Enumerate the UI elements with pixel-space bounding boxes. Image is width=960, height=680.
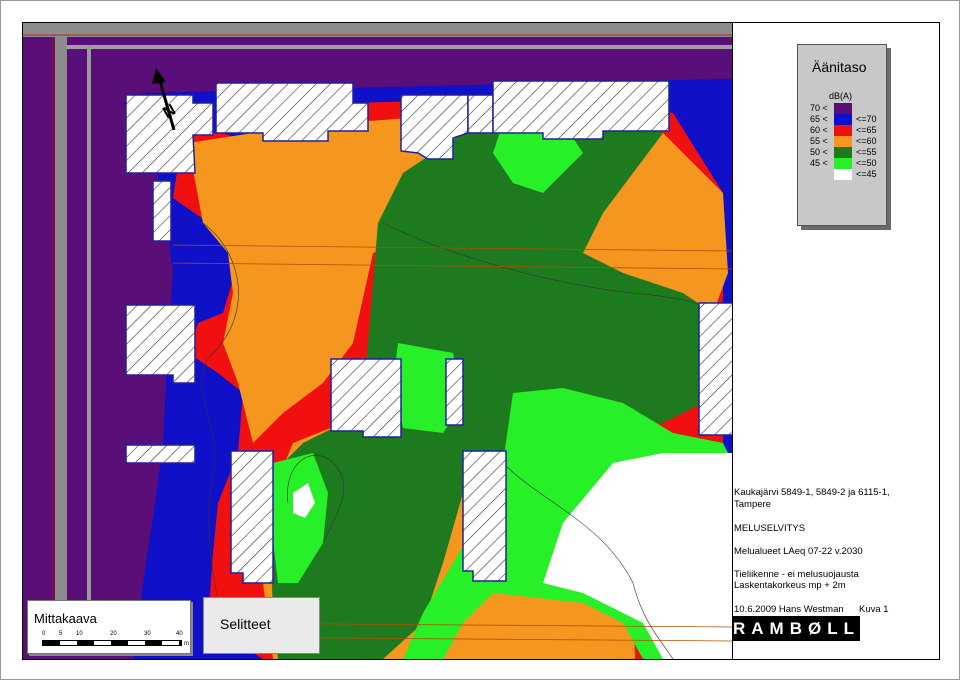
legend-swatch xyxy=(834,147,852,158)
scale-tick: 5 xyxy=(59,631,63,637)
legend-row: 55 < <=60 xyxy=(810,136,882,147)
report-title: MELUSELVITYS xyxy=(734,523,806,534)
legend-row-low: 50 < xyxy=(810,147,828,157)
legend-row-high: <=45 xyxy=(856,169,877,179)
legend-swatch xyxy=(834,169,852,180)
legend-row-high: <=70 xyxy=(856,114,877,124)
legend-swatch xyxy=(834,114,852,125)
building[interactable] xyxy=(330,358,402,438)
building[interactable] xyxy=(230,450,274,584)
north-arrow-icon: N xyxy=(152,68,179,131)
legend-button-label: Selitteet xyxy=(220,616,271,632)
scale-unit: m xyxy=(184,641,189,647)
building[interactable] xyxy=(445,358,464,426)
building[interactable] xyxy=(467,94,494,134)
legend-title: Äänitaso xyxy=(812,59,867,75)
legend-swatch xyxy=(834,125,852,136)
scale-tick: 10 xyxy=(76,631,83,637)
legend-row-high: <=55 xyxy=(856,147,877,157)
scale-tick: 0 xyxy=(42,631,46,637)
road-top-lane xyxy=(67,45,733,49)
building[interactable] xyxy=(152,180,172,242)
legend-button[interactable]: Selitteet xyxy=(203,597,320,654)
legend-row-high: <=50 xyxy=(856,158,877,168)
legend-row: 60 < <=65 xyxy=(810,125,882,136)
road-left xyxy=(55,37,67,612)
legend-swatch xyxy=(834,158,852,169)
figure-number: Kuva 1 xyxy=(859,604,889,615)
building[interactable] xyxy=(462,450,507,582)
noise-level-legend: Äänitaso dB(A) 70 <65 < <=70 60 < <=65 55 < <… xyxy=(797,44,887,226)
north-label: N xyxy=(160,101,179,122)
building[interactable] xyxy=(125,304,196,384)
legend-row-low: 70 < xyxy=(810,103,828,113)
road-left-lane xyxy=(87,45,91,615)
legend-row-low: 60 < xyxy=(810,125,828,135)
calculation-height: Laskentakorkeus mp + 2m xyxy=(734,580,846,591)
date-author: 10.6.2009 Hans Westman xyxy=(734,604,844,615)
scale-bar xyxy=(42,640,182,646)
scale-tick: 20 xyxy=(110,631,117,637)
legend-row-low: 45 < xyxy=(810,158,828,168)
legend-row: <=45 xyxy=(810,169,882,180)
scale-bar-panel: Mittakaava 0 5 10 20 30 40 m xyxy=(27,600,191,654)
legend-row-low: 55 < xyxy=(810,136,828,146)
building[interactable] xyxy=(125,444,196,464)
legend-row-low: 65 < xyxy=(810,114,828,124)
project-city: Tampere xyxy=(734,499,771,510)
building[interactable] xyxy=(698,302,733,436)
scale-tick: 30 xyxy=(144,631,151,637)
noise-map-graphic xyxy=(23,23,733,659)
legend-row: 70 < xyxy=(810,103,882,114)
legend-row: 45 < <=50 xyxy=(810,158,882,169)
project-location: Kaukajärvi 5849-1, 5849-2 ja 6115-1, xyxy=(734,487,890,498)
scale-title: Mittakaava xyxy=(34,611,97,626)
legend-row: 65 < <=70 xyxy=(810,114,882,125)
building[interactable] xyxy=(492,80,670,140)
legend-row: 50 < <=55 xyxy=(810,147,882,158)
scale-tick: 40 xyxy=(176,631,183,637)
legend-swatch xyxy=(834,136,852,147)
legend-row-high: <=65 xyxy=(856,125,877,135)
noise-map[interactable] xyxy=(22,22,734,660)
legend-unit: dB(A) xyxy=(829,91,853,101)
map-description: Melualueet LAeq 07-22 v.2030 xyxy=(734,546,863,557)
legend-swatch xyxy=(834,103,852,114)
ramboll-logo: RAMBØLL xyxy=(733,616,860,641)
legend-row-high: <=60 xyxy=(856,136,877,146)
